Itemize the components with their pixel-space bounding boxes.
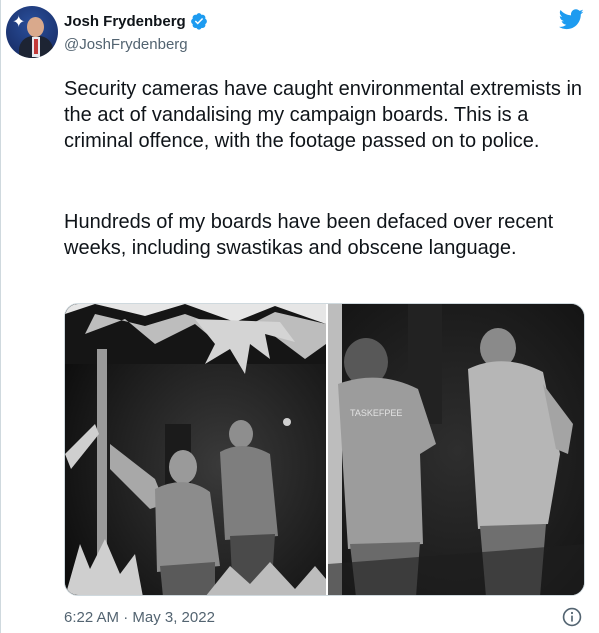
verified-badge-icon [190, 13, 207, 30]
shirt-print: TASKEFPEE [350, 408, 402, 418]
card-border [0, 0, 1, 633]
security-camera-photo-right[interactable]: TASKEFPEE [328, 304, 585, 596]
avatar[interactable]: ✦ [6, 6, 58, 58]
tweet-text-paragraph-2: Hundreds of my boards have been defaced … [64, 211, 554, 259]
author-handle[interactable]: @JoshFrydenberg [64, 36, 188, 53]
flag-star-icon: ✦ [12, 14, 26, 31]
security-camera-photo-left[interactable] [65, 304, 326, 596]
tweet-text-paragraph-1: Security cameras have caught environment… [64, 78, 583, 152]
avatar-head [27, 17, 44, 37]
twitter-bird-icon[interactable] [559, 9, 584, 30]
info-icon[interactable] [561, 606, 583, 628]
avatar-tie [34, 39, 38, 54]
tweet-timestamp[interactable]: 6:22 AM · May 3, 2022 [64, 609, 215, 626]
tweet-card: ✦ Josh Frydenberg @JoshFrydenberg Securi… [0, 0, 599, 633]
author-name[interactable]: Josh Frydenberg [64, 13, 186, 30]
tweet-media[interactable]: TASKEFPEE [64, 303, 585, 596]
author-row: Josh Frydenberg [64, 10, 208, 32]
